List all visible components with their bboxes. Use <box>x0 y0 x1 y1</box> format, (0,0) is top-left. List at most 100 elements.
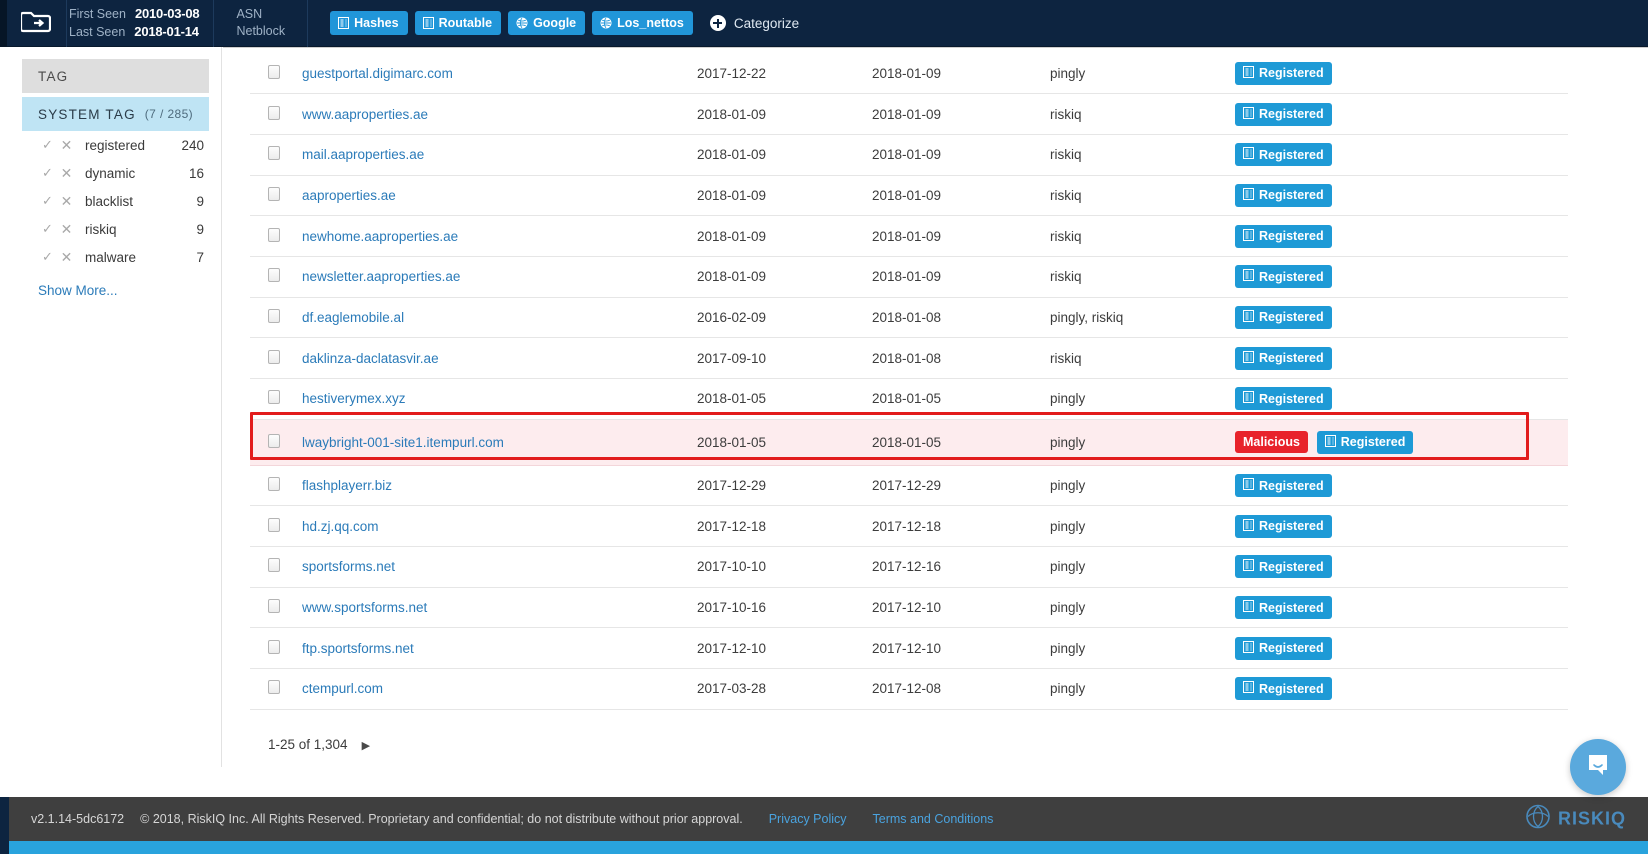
terms-link[interactable]: Terms and Conditions <box>873 812 994 826</box>
check-icon[interactable]: ✓ <box>38 249 57 265</box>
close-icon[interactable]: ✕ <box>57 165 76 182</box>
table-row[interactable]: df.eaglemobile.al 2016-02-09 2018-01-08 … <box>250 297 1568 338</box>
table-row[interactable]: hestiverymex.xyz 2018-01-05 2018-01-05 p… <box>250 379 1568 420</box>
host-link[interactable]: hd.zj.qq.com <box>302 519 379 534</box>
host-link[interactable]: sportsforms.net <box>302 559 395 574</box>
check-icon[interactable]: ✓ <box>38 221 57 237</box>
status-badge[interactable]: Registered <box>1235 555 1332 578</box>
facet-header-system-tag[interactable]: SYSTEM TAG (7 / 285) <box>22 97 209 131</box>
status-badge[interactable]: Registered <box>1235 184 1332 207</box>
registry-icon <box>1325 435 1336 450</box>
status-badge[interactable]: Registered <box>1235 387 1332 410</box>
close-icon[interactable]: ✕ <box>57 249 76 266</box>
row-checkbox[interactable] <box>268 558 280 572</box>
status-badge[interactable]: Registered <box>1235 143 1332 166</box>
last-seen-cell: 2018-01-05 <box>872 419 1050 465</box>
status-badge[interactable]: Registered <box>1235 306 1332 329</box>
status-badge[interactable]: Registered <box>1235 265 1332 288</box>
host-cell: flashplayerr.biz <box>302 465 697 506</box>
status-badge[interactable]: Registered <box>1235 347 1332 370</box>
table-row[interactable]: ctempurl.com 2017-03-28 2017-12-08 pingl… <box>250 669 1568 710</box>
table-row[interactable]: ftp.sportsforms.net 2017-12-10 2017-12-1… <box>250 628 1568 669</box>
table-row[interactable]: guestportal.digimarc.com 2017-12-22 2018… <box>250 53 1568 94</box>
list-item[interactable]: ✓ ✕ blacklist 9 <box>0 187 221 215</box>
status-badge[interactable]: Registered <box>1235 596 1332 619</box>
table-row[interactable]: www.sportsforms.net 2017-10-16 2017-12-1… <box>250 587 1568 628</box>
host-link[interactable]: ctempurl.com <box>302 681 383 696</box>
list-item[interactable]: ✓ ✕ dynamic 16 <box>0 159 221 187</box>
row-checkbox[interactable] <box>268 640 280 654</box>
check-icon[interactable]: ✓ <box>38 165 57 181</box>
host-link[interactable]: flashplayerr.biz <box>302 478 392 493</box>
host-link[interactable]: newsletter.aaproperties.ae <box>302 269 460 284</box>
host-link[interactable]: www.sportsforms.net <box>302 600 427 615</box>
table-row-flagged[interactable]: lwaybright-001-site1.itempurl.com 2018-0… <box>250 419 1568 465</box>
host-link[interactable]: www.aaproperties.ae <box>302 107 428 122</box>
host-link[interactable]: hestiverymex.xyz <box>302 391 406 406</box>
host-link[interactable]: df.eaglemobile.al <box>302 310 404 325</box>
table-row[interactable]: hd.zj.qq.com 2017-12-18 2017-12-18 pingl… <box>250 506 1568 547</box>
row-checkbox[interactable] <box>268 268 280 282</box>
host-link[interactable]: guestportal.digimarc.com <box>302 66 453 81</box>
row-checkbox[interactable] <box>268 518 280 532</box>
check-icon[interactable]: ✓ <box>38 193 57 209</box>
status-badge[interactable]: Registered <box>1235 677 1332 700</box>
list-item[interactable]: ✓ ✕ registered 240 <box>0 131 221 159</box>
status-badge[interactable]: Registered <box>1235 474 1332 497</box>
table-row[interactable]: flashplayerr.biz 2017-12-29 2017-12-29 p… <box>250 465 1568 506</box>
status-badge[interactable]: Registered <box>1235 103 1332 126</box>
row-checkbox[interactable] <box>268 350 280 364</box>
registry-icon <box>1243 229 1254 244</box>
table-row[interactable]: daklinza-daclatasvir.ae 2017-09-10 2018-… <box>250 338 1568 379</box>
table-row[interactable]: aaproperties.ae 2018-01-09 2018-01-09 ri… <box>250 175 1568 216</box>
host-link[interactable]: ftp.sportsforms.net <box>302 641 414 656</box>
registry-icon <box>1243 681 1254 696</box>
pill-routable[interactable]: Routable <box>415 11 501 35</box>
close-icon[interactable]: ✕ <box>57 221 76 238</box>
show-more-link[interactable]: Show More... <box>0 283 221 298</box>
table-row[interactable]: newsletter.aaproperties.ae 2018-01-09 20… <box>250 256 1568 297</box>
row-checkbox[interactable] <box>268 146 280 160</box>
check-icon[interactable]: ✓ <box>38 137 57 153</box>
host-link[interactable]: newhome.aaproperties.ae <box>302 229 458 244</box>
row-checkbox[interactable] <box>268 599 280 613</box>
row-checkbox[interactable] <box>268 228 280 242</box>
row-checkbox[interactable] <box>268 309 280 323</box>
row-checkbox[interactable] <box>268 187 280 201</box>
row-checkbox[interactable] <box>268 106 280 120</box>
pill-hashes[interactable]: Hashes <box>330 11 407 35</box>
privacy-policy-link[interactable]: Privacy Policy <box>769 812 847 826</box>
table-row[interactable]: sportsforms.net 2017-10-10 2017-12-16 pi… <box>250 547 1568 588</box>
pill-los-nettos[interactable]: Los_nettos <box>592 11 693 35</box>
host-link[interactable]: aaproperties.ae <box>302 188 396 203</box>
status-badge[interactable]: Registered <box>1235 515 1332 538</box>
chat-launcher-button[interactable] <box>1570 739 1626 795</box>
row-checkbox[interactable] <box>268 434 280 448</box>
status-badge[interactable]: Registered <box>1317 431 1414 454</box>
triangle-right-icon[interactable]: ▶ <box>362 739 370 752</box>
row-checkbox[interactable] <box>268 65 280 79</box>
row-checkbox[interactable] <box>268 390 280 404</box>
categorize-button[interactable]: Categorize <box>710 15 799 31</box>
badges-cell: Malicious Registered <box>1235 419 1568 465</box>
facet-header-tag[interactable]: TAG <box>22 59 209 93</box>
table-row[interactable]: mail.aaproperties.ae 2018-01-09 2018-01-… <box>250 134 1568 175</box>
table-row[interactable]: newhome.aaproperties.ae 2018-01-09 2018-… <box>250 216 1568 257</box>
host-link[interactable]: daklinza-daclatasvir.ae <box>302 351 439 366</box>
malicious-badge[interactable]: Malicious <box>1235 431 1308 453</box>
table-row[interactable]: www.aaproperties.ae 2018-01-09 2018-01-0… <box>250 94 1568 135</box>
row-checkbox[interactable] <box>268 680 280 694</box>
folder-export-button[interactable] <box>0 0 66 47</box>
close-icon[interactable]: ✕ <box>57 137 76 154</box>
status-badge[interactable]: Registered <box>1235 637 1332 660</box>
status-badge[interactable]: Registered <box>1235 62 1332 85</box>
status-badge-label: Registered <box>1259 601 1324 615</box>
close-icon[interactable]: ✕ <box>57 193 76 210</box>
list-item[interactable]: ✓ ✕ malware 7 <box>0 243 221 271</box>
list-item[interactable]: ✓ ✕ riskiq 9 <box>0 215 221 243</box>
row-checkbox[interactable] <box>268 477 280 491</box>
host-link[interactable]: lwaybright-001-site1.itempurl.com <box>302 435 504 450</box>
pill-google[interactable]: Google <box>508 11 585 35</box>
status-badge[interactable]: Registered <box>1235 225 1332 248</box>
host-link[interactable]: mail.aaproperties.ae <box>302 147 424 162</box>
